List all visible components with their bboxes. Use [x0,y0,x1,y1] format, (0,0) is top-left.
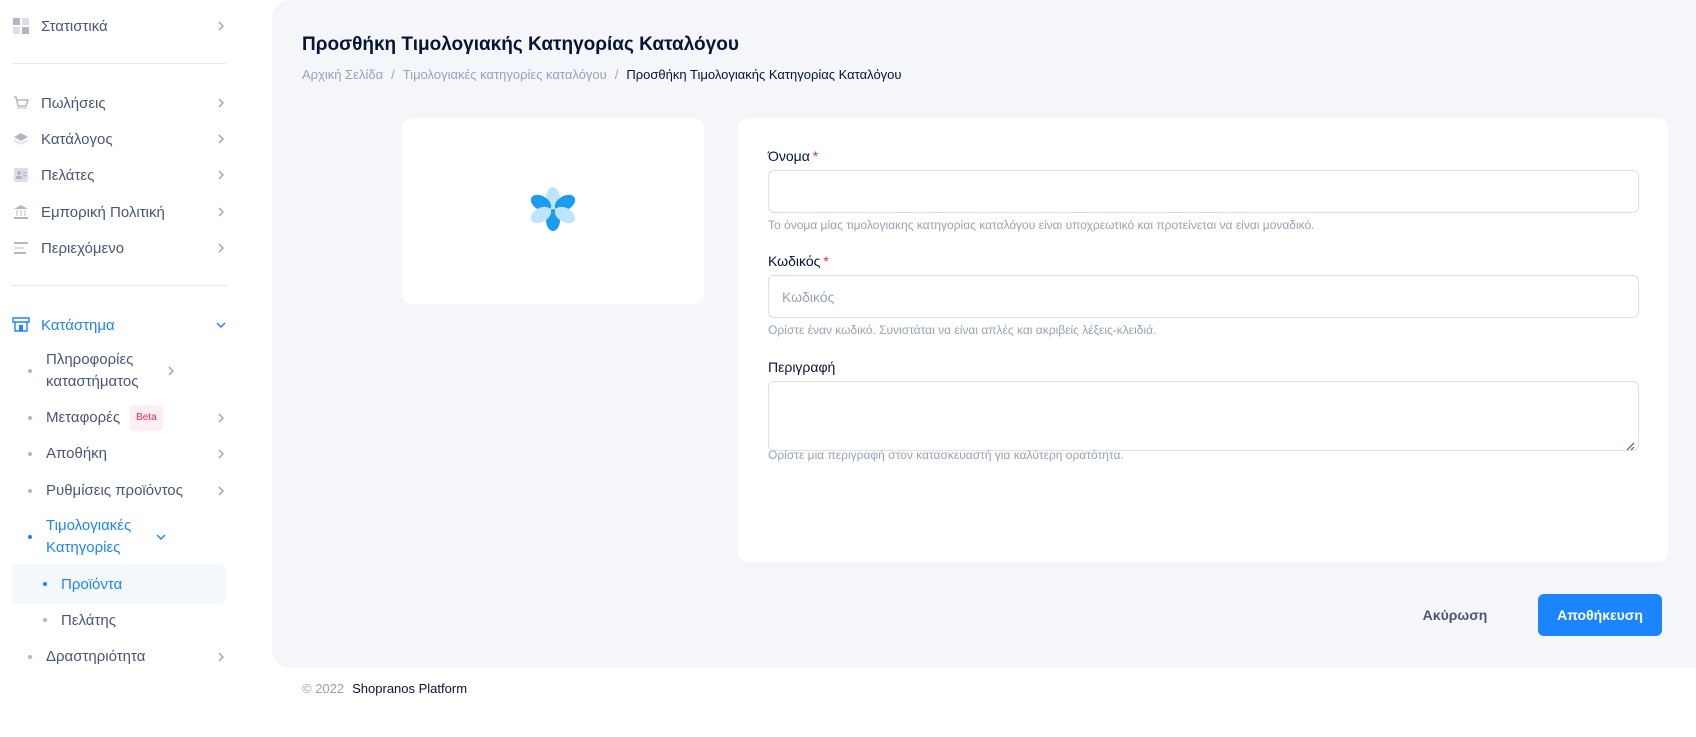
dashboard-icon [12,17,30,35]
breadcrumb-separator: / [614,67,619,82]
footer-brand-link[interactable]: Shopranos Platform [352,681,467,696]
sidebar-sub-label: Αποθήκη [46,445,108,462]
chevron-right-icon [216,486,226,496]
sidebar-item-store[interactable]: Κατάστημα [12,313,226,337]
page-title: Προσθήκη Τιμολογιακής Κατηγορίας Καταλόγ… [302,34,739,55]
sidebar-subsub-label: Προϊόντα [61,575,123,593]
sidebar-sub-shipping[interactable]: Μεταφορές Beta [28,405,226,431]
sidebar-sub-label: Δραστηριότητα [46,648,146,665]
contacts-icon [12,166,30,184]
bullet-dot [28,416,32,420]
cancel-button[interactable]: Ακύρωση [1405,594,1505,636]
save-button[interactable]: Αποθήκευση [1538,594,1662,636]
sidebar-item-label: Κατάστημα [41,316,115,334]
flower-logo-icon [528,186,578,237]
description-wrapper [768,381,1639,451]
footer-year: © 2022 [302,681,345,696]
name-input[interactable] [768,170,1639,213]
footer: © 2022 Shopranos Platform [302,681,467,696]
beta-badge: Beta [130,405,163,431]
chevron-right-icon [216,207,226,217]
sidebar-item-label: Πελάτες [41,166,95,184]
store-icon [12,316,30,334]
chevron-right-icon [216,243,226,253]
bank-icon [12,203,30,221]
sidebar-item-customers[interactable]: Πελάτες [12,163,226,187]
sidebar-sub-activity[interactable]: Δραστηριότητα [28,645,226,669]
code-label: Κωδικός * [768,253,829,269]
chevron-right-icon [216,652,226,662]
app-root: Στατιστικά Πωλήσεις Κατάλογος Πελάτες Εμ… [0,0,1696,737]
sidebar-item-label: Κατάλογος [41,130,113,148]
layers-icon [12,130,30,148]
resize-grip-icon[interactable] [1625,438,1635,451]
sidebar-item-catalog[interactable]: Κατάλογος [12,127,226,151]
chevron-right-icon [216,449,226,459]
breadcrumb-current: Προσθήκη Τιμολογιακής Κατηγορίας Καταλόγ… [626,67,902,82]
sidebar-sub-label: Πληροφορίες καταστήματος [46,351,139,390]
sidebar: Στατιστικά Πωλήσεις Κατάλογος Πελάτες Εμ… [0,0,240,737]
sidebar-sub-pricing-categories[interactable]: Τιμολογιακές Κατηγορίες [28,515,226,559]
sidebar-sub-label: Τιμολογιακές Κατηγορίες [46,517,132,556]
sidebar-divider [12,63,226,64]
sidebar-item-content[interactable]: Περιεχόμενο [12,236,226,260]
description-label: Περιγραφή [768,359,836,375]
sidebar-sub-product-settings[interactable]: Ρυθμίσεις προϊόντος [28,479,226,503]
sidebar-item-statistics[interactable]: Στατιστικά [12,14,226,38]
bullet-dot [28,369,32,373]
bullet-dot [28,535,32,539]
chevron-down-icon [216,320,226,330]
description-help-text: Ορίστε μια περιγραφή στον κατασκευαστή γ… [768,448,1124,462]
name-help-text: Το όνομα μίας τιμολογιακης κατηγορίας κα… [768,218,1315,232]
bullet-dot [28,655,32,659]
sidebar-item-commercial-policy[interactable]: Εμπορική Πολιτική [12,200,226,224]
sidebar-sub-label-wrap: Μεταφορές Beta [46,405,216,431]
sidebar-subsub-products[interactable]: Προϊόντα [12,564,226,604]
sidebar-subsub-customer[interactable]: Πελάτης [12,600,226,640]
code-input[interactable] [768,275,1639,318]
name-label: Όνομα * [768,148,818,164]
image-placeholder-card [402,118,704,304]
bullet-dot [43,582,47,586]
chevron-right-icon [216,98,226,108]
required-mark: * [812,148,819,164]
sidebar-item-label: Περιεχόμενο [41,239,125,257]
cart-icon [12,94,30,112]
bullet-dot [28,489,32,493]
chevron-right-icon [216,170,226,180]
description-textarea[interactable] [768,381,1639,451]
sidebar-divider [12,285,226,286]
breadcrumb: Αρχική Σελίδα / Τιμολογιακές κατηγορίες … [302,67,902,82]
sidebar-sub-label: Μεταφορές [46,408,121,426]
chevron-right-icon [216,21,226,31]
content-icon [12,239,30,257]
sidebar-sub-store-info[interactable]: Πληροφορίες καταστήματος [28,349,226,393]
chevron-down-icon [156,532,166,542]
chevron-right-icon [216,134,226,144]
code-label-text: Κωδικός [768,253,821,269]
required-mark: * [823,253,829,269]
sidebar-item-label: Εμπορική Πολιτική [41,203,165,221]
form-card: Όνομα * Το όνομα μίας τιμολογιακης κατηγο… [738,118,1668,562]
bullet-dot [43,618,47,622]
breadcrumb-home[interactable]: Αρχική Σελίδα [302,67,383,82]
sidebar-sub-label: Ρυθμίσεις προϊόντος [46,482,183,499]
chevron-right-icon [166,366,176,376]
bullet-dot [28,452,32,456]
chevron-right-icon [216,413,226,423]
sidebar-item-label: Στατιστικά [41,17,108,35]
name-label-text: Όνομα [768,148,810,164]
sidebar-sub-warehouse[interactable]: Αποθήκη [28,442,226,466]
sidebar-item-label: Πωλήσεις [41,94,106,112]
main-content: Προσθήκη Τιμολογιακής Κατηγορίας Καταλόγ… [272,0,1696,668]
sidebar-subsub-label: Πελάτης [61,611,116,629]
sidebar-item-sales[interactable]: Πωλήσεις [12,91,226,115]
breadcrumb-separator: / [391,67,395,82]
breadcrumb-parent[interactable]: Τιμολογιακές κατηγορίες καταλόγου [403,67,607,82]
code-help-text: Ορίστε έναν κωδικό. Συνιστάται να είναι … [768,323,1157,337]
